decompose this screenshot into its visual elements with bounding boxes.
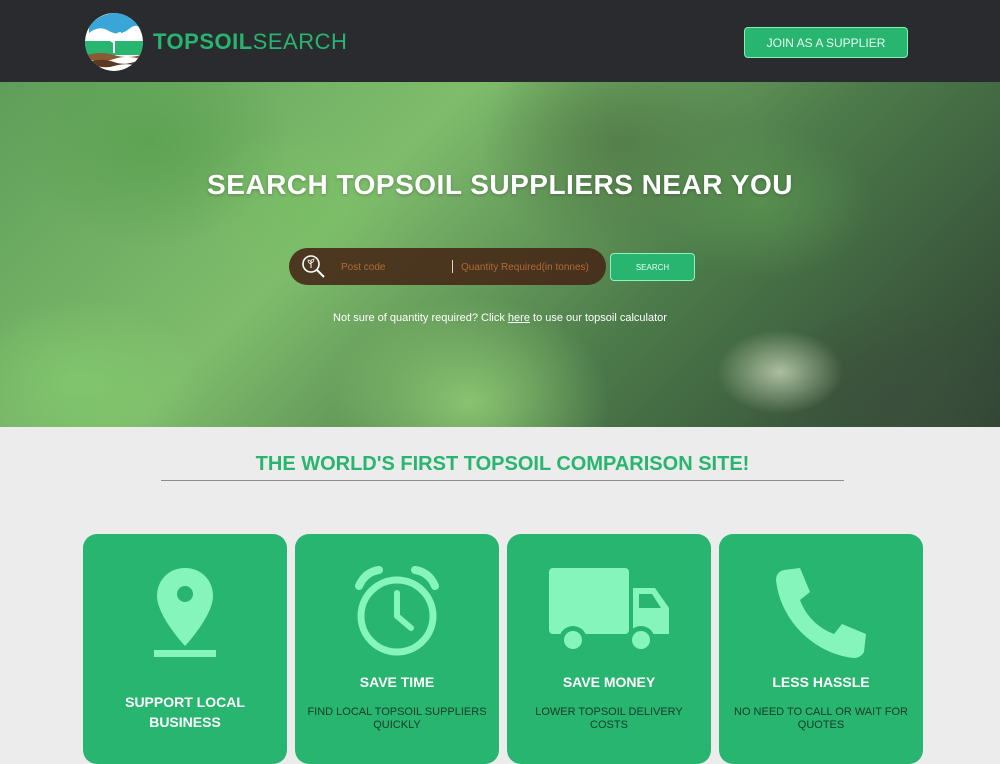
- hero-banner: SEARCH TOPSOIL SUPPLIERS NEAR YOU SEARCH…: [0, 82, 1000, 427]
- feature-card-save-money: SAVE MONEY LOWER TOPSOIL DELIVERY COSTS: [507, 534, 711, 764]
- feature-card-save-time: SAVE TIME FIND LOCAL TOPSOIL SUPPLIERS Q…: [295, 534, 499, 764]
- logo-emblem-icon: [85, 13, 143, 71]
- postcode-input[interactable]: [339, 257, 443, 277]
- calc-note-prefix: Not sure of quantity required? Click: [333, 312, 505, 324]
- search-button[interactable]: SEARCH: [610, 253, 695, 281]
- map-pin-icon: [83, 566, 287, 658]
- hero-title: SEARCH TOPSOIL SUPPLIERS NEAR YOU: [207, 169, 793, 200]
- search-icon: [301, 254, 327, 280]
- phone-icon: [719, 566, 923, 660]
- top-navbar: TOPSOILSEARCH JOIN AS A SUPPLIER: [0, 0, 1000, 82]
- search-bar: [289, 248, 606, 285]
- feature-card-less-hassle: LESS HASSLE NO NEED TO CALL OR WAIT FOR …: [719, 534, 923, 764]
- alarm-clock-icon: [295, 566, 499, 658]
- feature-card-support-local: SUPPORT LOCAL BUSINESS: [83, 534, 287, 764]
- calc-note-suffix: to use our topsoil calculator: [533, 312, 667, 324]
- card-title: LESS HASSLE: [772, 674, 870, 690]
- card-subtitle: NO NEED TO CALL OR WAIT FOR QUOTES: [734, 706, 908, 731]
- logo-wordmark: TOPSOILSEARCH: [153, 29, 347, 55]
- calculator-note: Not sure of quantity required? Click her…: [0, 312, 1000, 324]
- card-title: SAVE MONEY: [562, 674, 656, 690]
- truck-icon: [507, 566, 711, 658]
- input-divider: [452, 260, 453, 273]
- card-title: SUPPORT LOCAL BUSINESS: [125, 694, 245, 730]
- calculator-link[interactable]: here: [508, 312, 530, 324]
- logo[interactable]: TOPSOILSEARCH: [85, 13, 347, 71]
- card-subtitle: LOWER TOPSOIL DELIVERY COSTS: [535, 706, 683, 731]
- logo-text-bold: TOPSOIL: [153, 29, 253, 54]
- card-title: SAVE TIME: [359, 674, 435, 690]
- card-subtitle: FIND LOCAL TOPSOIL SUPPLIERS QUICKLY: [307, 706, 487, 731]
- join-as-supplier-button[interactable]: JOIN AS A SUPPLIER: [744, 27, 908, 58]
- logo-text-light: SEARCH: [252, 29, 348, 54]
- quantity-input[interactable]: [459, 257, 603, 277]
- section-title: THE WORLD'S FIRST TOPSOIL COMPARISON SIT…: [161, 453, 844, 481]
